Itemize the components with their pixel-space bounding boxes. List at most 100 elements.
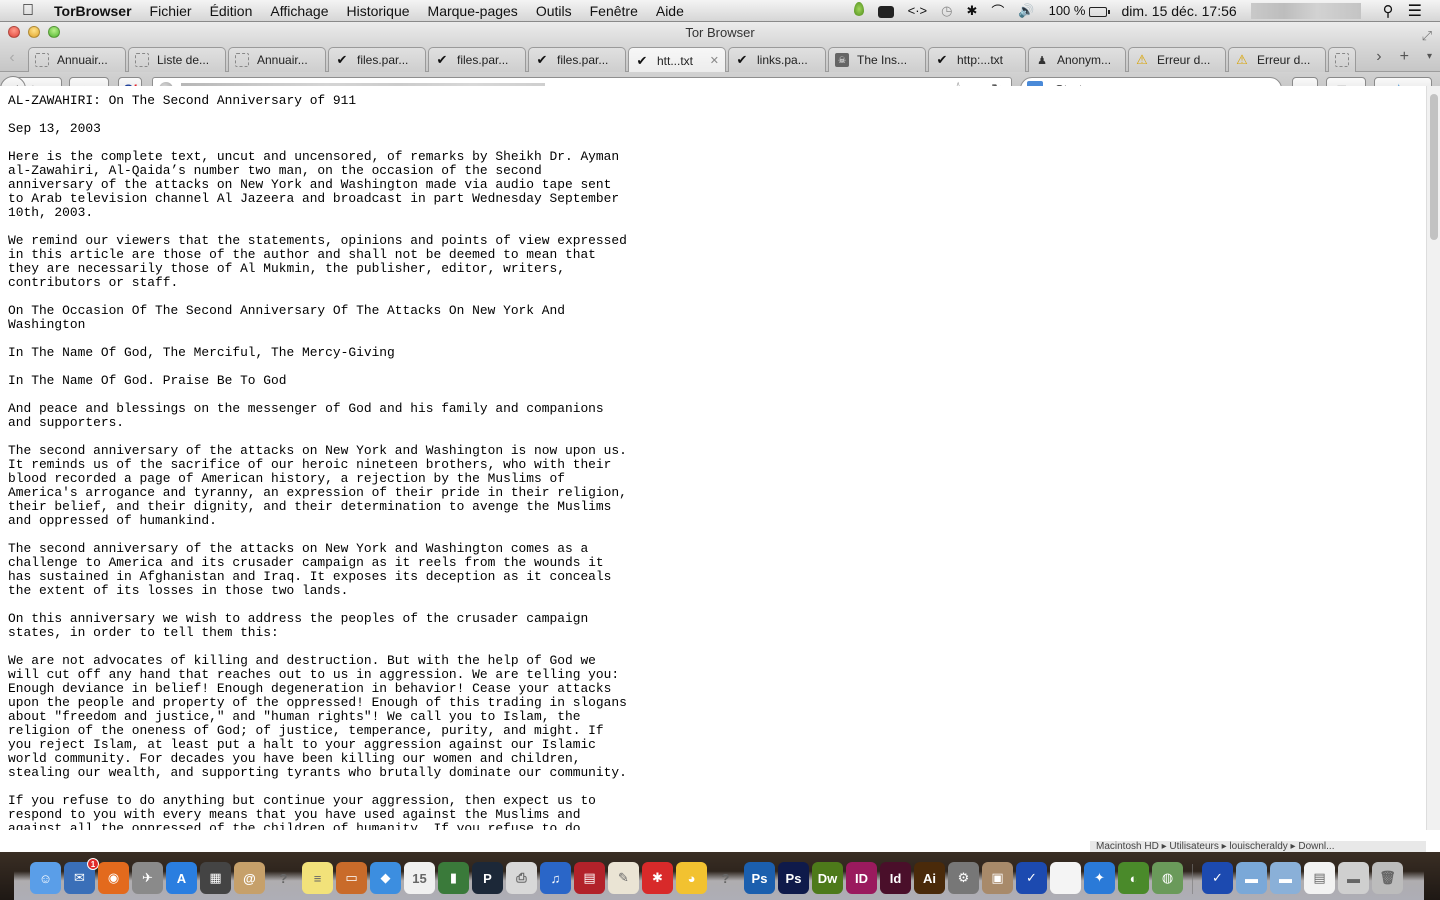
menu-historique[interactable]: Historique <box>347 3 410 19</box>
tab-close-icon[interactable]: ✕ <box>710 54 719 67</box>
tab[interactable]: ✔ files.par... <box>528 47 626 72</box>
dock-safari-icon[interactable]: ✦ <box>1084 862 1115 894</box>
dock-illustrator-icon[interactable]: Ai <box>914 862 945 894</box>
dock-separator <box>1192 864 1193 894</box>
notification-center-icon[interactable]: ☰ <box>1408 1 1422 21</box>
tab-label: Erreur d... <box>1157 53 1211 67</box>
dock-plex-icon[interactable]: P <box>472 862 503 894</box>
dock-dropbox-icon[interactable]: ◆ <box>370 862 401 894</box>
dock: ☺ ✉ 1 ◉ ✈ A ▦ @? ≡ ▭ ◆ 15 ▮ P ⎙ ♫ ▤ ✎ ✱ ◕? Ps Ps Dw ID Id Ai ⚙ ▣ ✓ ✦ ◐… <box>14 852 1424 900</box>
dock-finder-icon[interactable]: ☺ <box>30 862 61 894</box>
dock-address-book-icon[interactable]: @ <box>234 862 265 894</box>
tab[interactable]: ✔ files.par... <box>328 47 426 72</box>
zoom-window-button[interactable] <box>48 26 60 38</box>
tab[interactable]: ✔ links.pa... <box>728 47 826 72</box>
code-arrows-icon[interactable]: <·> <box>908 3 928 18</box>
dock-applications-folder-icon[interactable]: ▬ <box>1236 862 1267 894</box>
dock-iphoto-icon[interactable]: ▣ <box>982 862 1013 894</box>
title-bar[interactable]: Tor Browser ⤢ <box>0 22 1440 44</box>
menu-fenetre[interactable]: Fenêtre <box>590 3 638 19</box>
dock-thunderbird-icon[interactable]: ✉ 1 <box>64 858 99 894</box>
battery-icon[interactable] <box>1089 3 1111 18</box>
menu-outils[interactable]: Outils <box>536 3 572 19</box>
tab[interactable]: Annuair... <box>28 47 126 72</box>
volume-icon[interactable]: 🔊 <box>1018 3 1034 19</box>
bluetooth-icon[interactable]: ✱ <box>966 3 977 19</box>
tab-active[interactable]: ✔ htt...txt ✕ <box>628 47 726 73</box>
tab[interactable]: Liste de... <box>128 47 226 72</box>
menu-aide[interactable]: Aide <box>656 3 684 19</box>
dock-tor-globe-icon[interactable]: ◍ <box>1152 862 1183 894</box>
dock-automator-icon[interactable]: ⚙ <box>948 862 979 894</box>
tab[interactable]: ♟ Anonym... <box>1028 47 1126 72</box>
dock-keynote-icon[interactable]: ▭ <box>336 862 367 894</box>
tab-label: files.par... <box>557 53 609 67</box>
tab-label: files.par... <box>357 53 409 67</box>
dock-unknown-app-icon[interactable]: ? <box>268 862 299 894</box>
keyboard-icon[interactable] <box>877 3 894 18</box>
menu-app-name[interactable]: TorBrowser <box>54 3 132 19</box>
battery-percent[interactable]: 100 % <box>1049 3 1086 18</box>
dock-textedit-icon[interactable]: ✎ <box>608 862 639 894</box>
tab[interactable]: ⚠ Erreur d... <box>1228 47 1326 72</box>
dock-blank-document-icon[interactable] <box>1050 862 1081 894</box>
dock-indesign-icon[interactable]: ID <box>846 862 877 894</box>
tab-scroll-left-button[interactable]: ‹ <box>4 48 20 68</box>
minimize-window-button[interactable] <box>28 26 40 38</box>
tab[interactable]: ⚠ Erreur d... <box>1128 47 1226 72</box>
dock-app-store-icon[interactable]: A <box>166 862 197 894</box>
dock-indesign-cs6-icon[interactable]: Id <box>880 862 911 894</box>
dock-itunes-icon[interactable]: ♫ <box>540 862 571 894</box>
menu-fichier[interactable]: Fichier <box>150 3 192 19</box>
tab[interactable]: ✔ files.par... <box>428 47 526 72</box>
tab-label: The Ins... <box>857 53 908 67</box>
tab[interactable]: Annuair... <box>228 47 326 72</box>
dock-vuze-icon[interactable]: ✓ <box>1016 862 1047 894</box>
window-title: Tor Browser <box>685 25 755 40</box>
tab-favicon-warn-icon: ⚠ <box>1136 52 1148 67</box>
close-window-button[interactable] <box>8 26 20 38</box>
scrollbar-thumb[interactable] <box>1430 94 1438 240</box>
dock-photoshop-cs6-icon[interactable]: Ps <box>778 862 809 894</box>
tab[interactable] <box>1328 47 1356 72</box>
dock-stickies-icon[interactable]: ≡ <box>302 862 333 894</box>
dock-cyberduck-icon[interactable]: ◕ <box>676 862 707 894</box>
new-tab-button[interactable]: + <box>1400 46 1409 68</box>
tab[interactable]: ✔ http:...txt <box>928 47 1026 72</box>
tab-favicon-check-icon: ✔ <box>436 52 448 67</box>
menu-edition[interactable]: Édition <box>210 3 253 19</box>
time-machine-icon[interactable]: ◷ <box>941 3 952 19</box>
spotlight-icon[interactable]: ⚲ <box>1383 2 1394 20</box>
tab-scroll-right-button[interactable]: › <box>1376 46 1381 68</box>
dock-photoshop-icon[interactable]: Ps <box>744 862 775 894</box>
dock-mission-control-icon[interactable]: ▦ <box>200 862 231 894</box>
dock-trash-icon[interactable]: 🗑 <box>1372 862 1403 894</box>
dock-numbers-icon[interactable]: ▮ <box>438 862 469 894</box>
apple-menu-icon[interactable]:  <box>18 2 38 20</box>
dock-tomato-timer-icon[interactable]: ✱ <box>642 862 673 894</box>
dock-tor-onion-icon[interactable]: ◐ <box>1118 862 1149 894</box>
dock-launchpad-icon[interactable]: ✈ <box>132 862 163 894</box>
dock-vuze-stack-icon[interactable]: ✓ <box>1202 862 1233 894</box>
dock-firefox-icon[interactable]: ◉ <box>98 862 129 894</box>
tab-favicon-check-icon: ✔ <box>336 52 348 67</box>
growl-leaf-icon[interactable] <box>853 2 864 19</box>
user-name-redacted[interactable] <box>1250 2 1361 19</box>
dock-photo-booth-icon[interactable]: ▤ <box>574 862 605 894</box>
vertical-scrollbar[interactable] <box>1426 86 1440 830</box>
clock[interactable]: dim. 15 déc. 17:56 <box>1121 3 1236 19</box>
dock-screenshots-stack-icon[interactable]: ▤ <box>1304 862 1335 894</box>
dock-calendar-icon[interactable]: 15 <box>404 862 435 894</box>
dock-dreamweaver-icon[interactable]: Dw <box>812 862 843 894</box>
dock-documents-folder-icon[interactable]: ▬ <box>1270 862 1301 894</box>
tab-label: links.pa... <box>757 53 808 67</box>
dock-unknown-app-2-icon[interactable]: ? <box>710 862 741 894</box>
dock-printer-icon[interactable]: ⎙ <box>506 862 537 894</box>
wifi-icon[interactable]: ⌒ <box>991 1 1004 20</box>
menu-marque-pages[interactable]: Marque-pages <box>428 3 518 19</box>
tab[interactable]: ☠ The Ins... <box>828 47 926 72</box>
menu-affichage[interactable]: Affichage <box>270 3 328 19</box>
list-all-tabs-button[interactable]: ▾ <box>1427 46 1432 68</box>
status-menus: <·> ◷ ✱ ⌒ 🔊 100 % dim. 15 déc. 17:56 ⚲ ☰ <box>853 0 1440 22</box>
dock-downloads-stack-icon[interactable]: ▬ <box>1338 862 1369 894</box>
